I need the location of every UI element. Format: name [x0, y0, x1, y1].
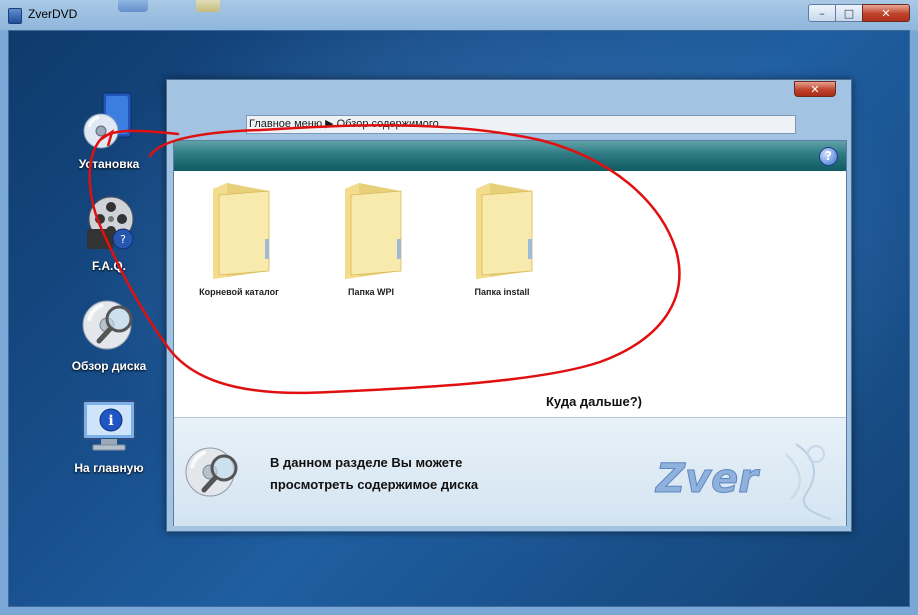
- film-reel-icon: ?: [87, 196, 134, 250]
- folder-wpi[interactable]: Папка WPI: [316, 181, 426, 311]
- minimize-button[interactable]: –: [808, 4, 836, 22]
- svg-text:?: ?: [120, 233, 126, 246]
- sidebar-item-label: F.A.Q.: [91, 259, 126, 273]
- folder-icon: [345, 183, 402, 279]
- annotation-text: Куда дальше?): [546, 394, 643, 409]
- logo-text: Zver: [654, 456, 760, 502]
- zver-logo: Zver: [654, 443, 832, 520]
- sidebar-item-label: Установка: [78, 157, 140, 171]
- window-title: ZverDVD: [28, 7, 78, 21]
- folder-icon: [476, 183, 533, 279]
- sidebar-item-faq[interactable]: ? F.A.Q.: [59, 193, 159, 283]
- title-bar[interactable]: ZverDVD – □ ✕: [0, 0, 918, 30]
- sidebar-item-label: На главную: [74, 461, 144, 475]
- sidebar-item-label: Обзор диска: [71, 359, 147, 373]
- app-window: ZverDVD – □ ✕ Установка ? F.A.Q. Обзор д…: [0, 0, 918, 615]
- folder-label: Папка install: [474, 287, 530, 297]
- sidebar-item-disc-overview[interactable]: Обзор диска: [59, 293, 159, 383]
- breadcrumb: Главное меню ▶ Обзор содержимого: [246, 115, 796, 134]
- folder-label: Корневой каталог: [199, 287, 279, 297]
- content-dialog: ✕ Главное меню ▶ Обзор содержимого ? Кор…: [166, 79, 852, 532]
- taskbar-ghost-icon: [118, 0, 148, 12]
- sidebar-item-home[interactable]: i На главную: [59, 395, 159, 485]
- info-line: В данном разделе Вы можете: [270, 455, 463, 470]
- folder-label: Папка WPI: [348, 287, 394, 297]
- info-box: В данном разделе Вы можете просмотреть с…: [174, 417, 846, 526]
- folder-root[interactable]: Корневой каталог: [184, 181, 294, 311]
- close-button[interactable]: ✕: [862, 4, 910, 22]
- content-panel: ? Корневой каталог Папка WPI Папка insta…: [173, 140, 847, 526]
- panel-header: ?: [174, 141, 846, 171]
- maximize-button[interactable]: □: [835, 4, 863, 22]
- taskbar-ghost-icon: [196, 0, 220, 12]
- sidebar-item-install[interactable]: Установка: [59, 91, 159, 181]
- info-text: В данном разделе Вы можете просмотреть с…: [270, 452, 478, 496]
- app-icon: [8, 8, 22, 24]
- info-line: просмотреть содержимое диска: [270, 477, 479, 492]
- disc-magnifier-icon: [185, 447, 238, 497]
- help-icon[interactable]: ?: [819, 147, 838, 166]
- folder-icon: [213, 183, 270, 279]
- folder-install[interactable]: Папка install: [447, 181, 557, 311]
- dialog-close-button[interactable]: ✕: [794, 81, 836, 97]
- svg-text:i: i: [108, 413, 113, 429]
- info-monitor-icon: i: [82, 400, 136, 451]
- install-disc-icon: [83, 92, 132, 149]
- disc-magnifier-icon: [82, 300, 133, 350]
